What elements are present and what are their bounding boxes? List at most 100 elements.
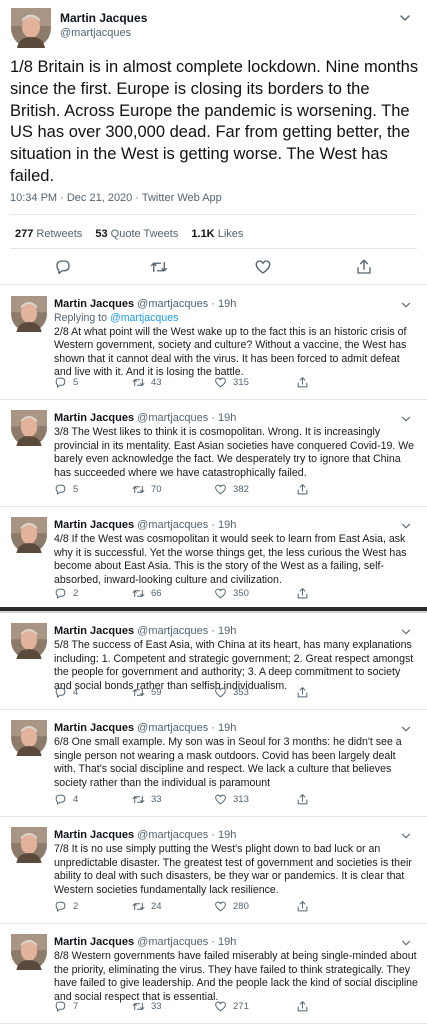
avatar[interactable] [11,827,47,863]
reply-count: 5 [73,484,79,495]
chevron-down-icon[interactable] [399,298,413,312]
reply-tweet[interactable]: Martin Jacques @martjacques · 19h 6/8 One… [0,710,427,817]
retweet-icon [132,900,145,913]
author-handle-time[interactable]: @martjacques · 19h [137,936,236,948]
reply-header: Martin Jacques @martjacques · 19h [54,829,236,841]
author-handle[interactable]: @martjacques [60,27,131,39]
author-name[interactable]: Martin Jacques [54,412,134,424]
retweet-button[interactable]: 43 [132,376,162,389]
like-icon[interactable] [254,258,272,276]
share-icon [296,483,309,496]
reply-actions: 2 66 350 [54,587,419,601]
likes-stat[interactable]: 1.1K Likes [191,228,243,240]
reply-header: Martin Jacques @martjacques · 19h [54,412,236,424]
reply-button[interactable]: 2 [54,587,78,600]
retweet-count: 33 [151,1001,162,1012]
like-button[interactable]: 271 [214,1000,249,1013]
likes-count: 1.1K [191,228,215,240]
author-name[interactable]: Martin Jacques [54,625,134,637]
author-name[interactable]: Martin Jacques [54,936,134,948]
reply-button[interactable]: 2 [54,900,78,913]
retweet-icon [132,483,145,496]
reply-tweet[interactable]: Martin Jacques @martjacques · 19h 3/8 The… [0,400,427,507]
share-button[interactable] [296,376,309,389]
avatar[interactable] [11,296,47,332]
reply-tweet[interactable]: Martin Jacques @martjacques · 19h 5/8 The… [0,613,427,710]
reply-button[interactable]: 7 [54,1000,78,1013]
retweet-icon [132,1000,145,1013]
reply-icon[interactable] [54,258,72,276]
like-button[interactable]: 313 [214,793,249,806]
tweet-timestamp[interactable]: 10:34 PM · Dec 21, 2020 · Twitter Web Ap… [10,192,222,204]
reply-button[interactable]: 4 [54,686,78,699]
like-icon [214,900,227,913]
like-button[interactable]: 315 [214,376,249,389]
share-button[interactable] [296,587,309,600]
like-button[interactable]: 382 [214,483,249,496]
author-name[interactable]: Martin Jacques [60,11,147,25]
reply-button[interactable]: 5 [54,376,78,389]
author-name[interactable]: Martin Jacques [54,722,134,734]
reply-header: Martin Jacques @martjacques · 19h [54,298,236,310]
retweet-button[interactable]: 33 [132,1000,162,1013]
avatar[interactable] [11,720,47,756]
share-button[interactable] [296,686,309,699]
author-handle-time[interactable]: @martjacques · 19h [137,298,236,310]
avatar[interactable] [11,410,47,446]
author-name[interactable]: Martin Jacques [54,298,134,310]
chevron-down-icon[interactable] [399,625,413,639]
chevron-down-icon[interactable] [399,829,413,843]
retweet-button[interactable]: 70 [132,483,162,496]
share-icon [296,376,309,389]
reply-tweet[interactable]: Martin Jacques @martjacques · 19h Replyin… [0,286,427,400]
share-button[interactable] [296,793,309,806]
main-tweet: Martin Jacques @martjacques 1/8 Britain … [0,0,427,285]
like-button[interactable]: 280 [214,900,249,913]
share-button[interactable] [296,900,309,913]
author-handle-time[interactable]: @martjacques · 19h [137,412,236,424]
like-count: 315 [233,377,249,388]
chevron-down-icon[interactable] [397,10,413,26]
chevron-down-icon[interactable] [399,519,413,533]
avatar[interactable] [11,623,47,659]
retweet-button[interactable]: 66 [132,587,162,600]
chevron-down-icon[interactable] [399,722,413,736]
reply-tweet[interactable]: Martin Jacques @martjacques · 19h 7/8 It … [0,817,427,924]
share-button[interactable] [296,1000,309,1013]
share-icon[interactable] [355,258,373,276]
reply-tweet[interactable]: Martin Jacques @martjacques · 19h 8/8 Wes… [0,924,427,1024]
tweet-actions [0,258,427,280]
quotes-stat[interactable]: 53 Quote Tweets [95,228,178,240]
reply-button[interactable]: 5 [54,483,78,496]
retweet-button[interactable]: 59 [132,686,162,699]
retweet-button[interactable]: 24 [132,900,162,913]
retweet-icon[interactable] [150,258,168,276]
retweet-button[interactable]: 33 [132,793,162,806]
reply-icon [54,900,67,913]
share-button[interactable] [296,483,309,496]
replying-to-handle[interactable]: @martjacques [110,312,178,324]
engagement-stats: 277 Retweets 53 Quote Tweets 1.1K Likes [15,228,253,240]
reply-actions: 7 33 271 [54,1000,419,1014]
chevron-down-icon[interactable] [399,412,413,426]
reply-tweet[interactable]: Martin Jacques @martjacques · 19h 4/8 If … [0,507,427,611]
retweet-count: 43 [151,377,162,388]
reply-header: Martin Jacques @martjacques · 19h [54,519,236,531]
like-button[interactable]: 350 [214,587,249,600]
reply-icon [54,793,67,806]
reply-count: 2 [73,588,79,599]
author-handle-time[interactable]: @martjacques · 19h [137,519,236,531]
avatar[interactable] [11,934,47,970]
chevron-down-icon[interactable] [399,936,413,950]
author-handle-time[interactable]: @martjacques · 19h [137,722,236,734]
avatar[interactable] [11,517,47,553]
reply-button[interactable]: 4 [54,793,78,806]
author-name[interactable]: Martin Jacques [54,829,134,841]
retweet-icon [132,376,145,389]
retweets-stat[interactable]: 277 Retweets [15,228,82,240]
author-name[interactable]: Martin Jacques [54,519,134,531]
like-button[interactable]: 353 [214,686,249,699]
author-handle-time[interactable]: @martjacques · 19h [137,625,236,637]
author-handle-time[interactable]: @martjacques · 19h [137,829,236,841]
avatar[interactable] [11,8,51,48]
